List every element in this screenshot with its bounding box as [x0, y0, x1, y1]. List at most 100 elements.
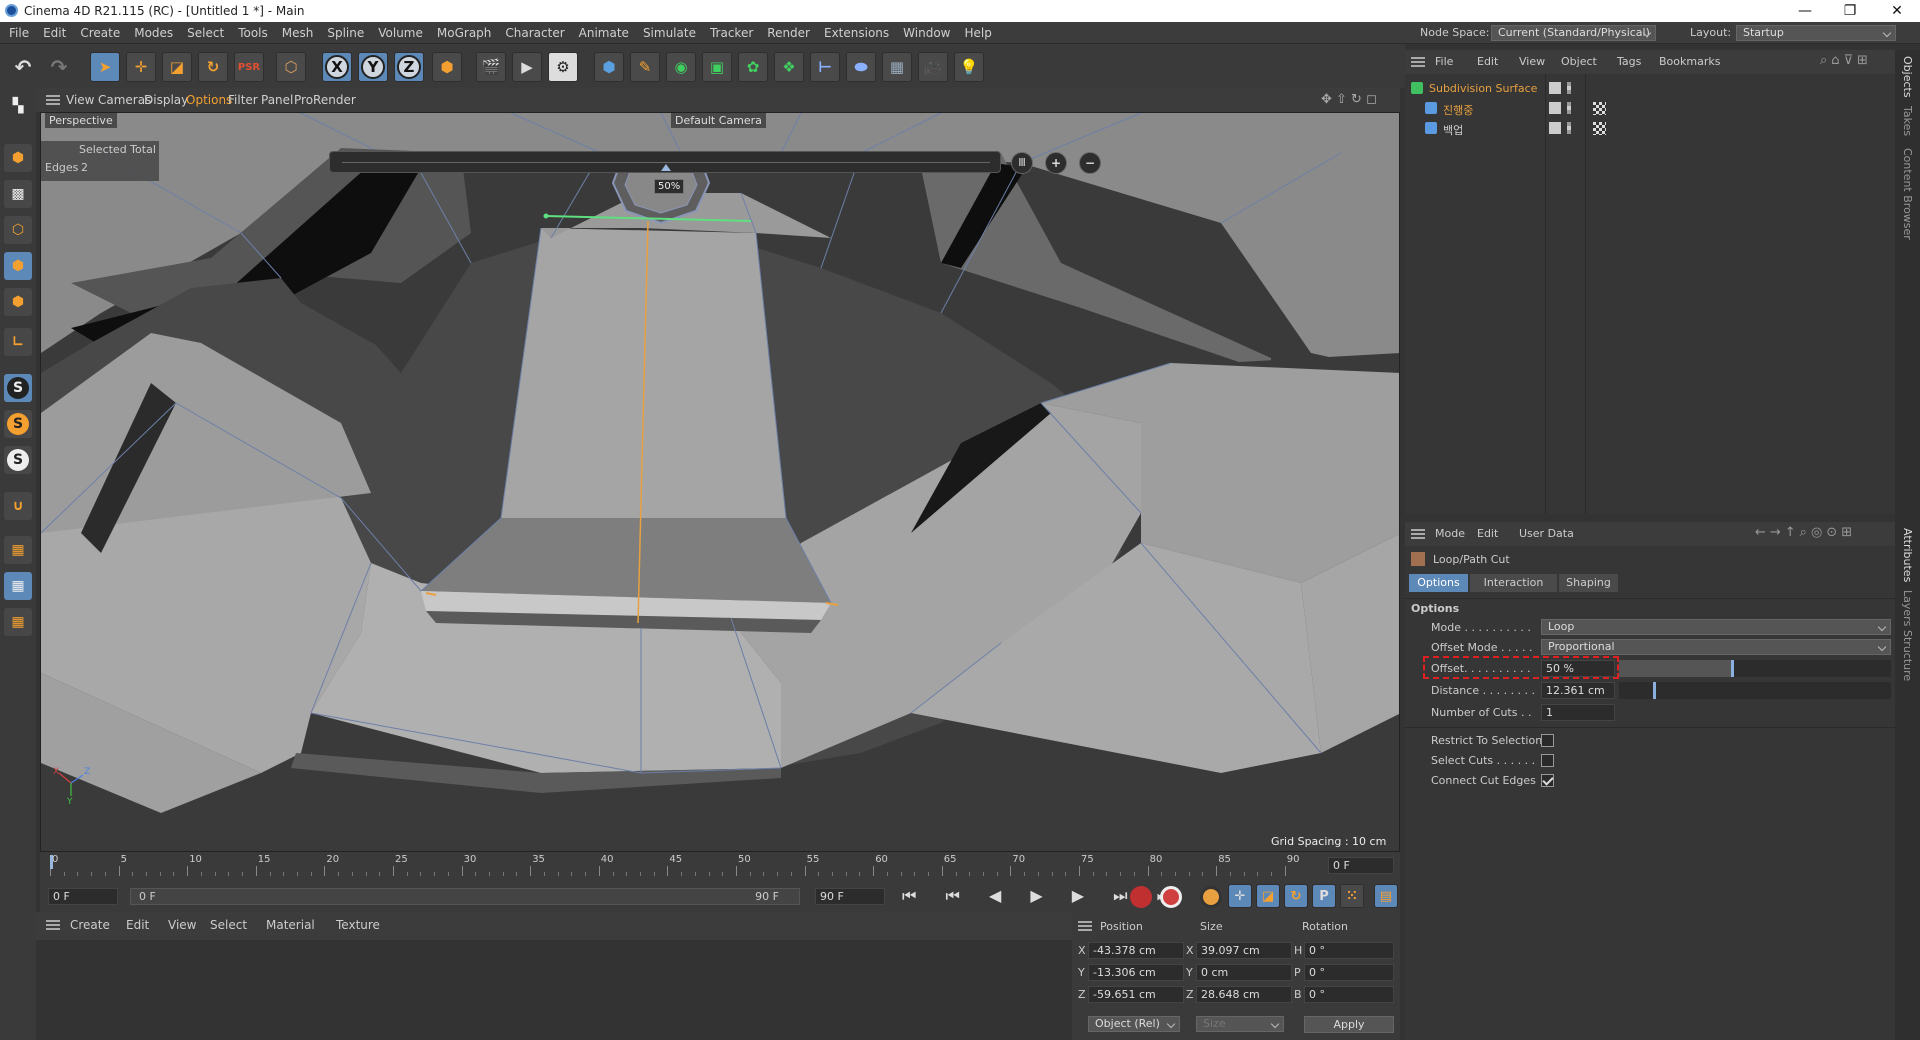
tab-layers[interactable]: Layers	[1901, 590, 1914, 626]
restore-button[interactable]: ❐	[1830, 1, 1870, 21]
size-field[interactable]: 0 cm	[1196, 964, 1292, 981]
field-icon[interactable]: ⊢	[810, 52, 840, 82]
projection-label[interactable]: Perspective	[45, 113, 117, 128]
objects-menu-edit[interactable]: Edit	[1477, 55, 1498, 68]
scale-tool-icon[interactable]: ◪	[162, 52, 192, 82]
workplane-icon[interactable]: ▦	[4, 536, 32, 564]
menu-mesh[interactable]: Mesh	[275, 22, 321, 44]
menu-window[interactable]: Window	[896, 22, 957, 44]
menu-tracker[interactable]: Tracker	[703, 22, 760, 44]
size-field[interactable]: 28.648 cm	[1196, 986, 1292, 1003]
render-dots-icon[interactable]	[1567, 102, 1571, 114]
render-dots-icon[interactable]	[1567, 122, 1571, 134]
selection-tool-icon[interactable]: ➤	[90, 52, 120, 82]
deformer-icon[interactable]: ⬬	[846, 52, 876, 82]
edges-mode-icon[interactable]: ⬢	[4, 252, 32, 280]
viewport-menu-options[interactable]: Options	[186, 88, 232, 112]
end-frame-field[interactable]: 90 F	[815, 888, 885, 905]
tab-structure[interactable]: Structure	[1901, 630, 1914, 681]
menu-modes[interactable]: Modes	[127, 22, 180, 44]
objects-menu-tags[interactable]: Tags	[1617, 55, 1641, 68]
key-position-icon[interactable]: ✛	[1228, 884, 1252, 908]
recent-tools-icon[interactable]: PSR	[234, 52, 264, 82]
material-manager-area[interactable]	[36, 940, 1072, 1040]
visibility-toggle-icon[interactable]	[1549, 122, 1561, 134]
planar-workplane-icon[interactable]: ▦	[4, 608, 32, 636]
distance-field[interactable]: 12.361 cm	[1541, 682, 1615, 699]
attributes-menu-edit[interactable]: Edit	[1477, 527, 1498, 540]
x-axis-lock-button[interactable]: X	[322, 52, 352, 82]
polygons-mode-icon[interactable]: ⬢	[4, 288, 32, 316]
z-axis-lock-button[interactable]: Z	[394, 52, 424, 82]
hud-plus-icon[interactable]: +	[1045, 152, 1067, 174]
menu-file[interactable]: File	[2, 22, 36, 44]
node-space-dropdown[interactable]: Current (Standard/Physical)	[1491, 25, 1656, 41]
object-name[interactable]: Subdivision Surface	[1429, 82, 1537, 95]
snap-settings-icon[interactable]: S	[4, 410, 32, 438]
camera-icon[interactable]: 🎥	[918, 52, 948, 82]
symmetry-icon[interactable]: S	[4, 446, 32, 474]
current-frame-field[interactable]: 0 F	[1328, 857, 1394, 874]
light-icon[interactable]: 💡	[954, 52, 984, 82]
world-coordinates-icon[interactable]: ⬢	[432, 52, 462, 82]
attributes-hamburger-icon[interactable]	[1411, 529, 1425, 539]
render-dots-icon[interactable]	[1567, 82, 1571, 94]
viewport-menu-filter[interactable]: Filter	[228, 88, 258, 112]
points-mode-icon[interactable]: ⬡	[4, 216, 32, 244]
material-menu-select[interactable]: Select	[210, 918, 247, 932]
floor-icon[interactable]: ▦	[882, 52, 912, 82]
record-keyframe-icon[interactable]	[1130, 886, 1152, 908]
undo-button[interactable]: ↶	[8, 52, 38, 82]
keyframe-selection-icon[interactable]	[1200, 886, 1222, 908]
attributes-menu-mode[interactable]: Mode	[1435, 527, 1465, 540]
position-field[interactable]: -59.651 cm	[1088, 986, 1184, 1003]
distance-slider[interactable]	[1619, 682, 1891, 699]
object-name[interactable]: 진행중	[1443, 102, 1473, 118]
menu-spline[interactable]: Spline	[320, 22, 371, 44]
menu-render[interactable]: Render	[760, 22, 817, 44]
render-settings-icon[interactable]: ⚙	[548, 52, 578, 82]
array-icon[interactable]: ▣	[702, 52, 732, 82]
menu-animate[interactable]: Animate	[572, 22, 636, 44]
rotate-tool-icon[interactable]: ↻	[198, 52, 228, 82]
texture-tag-icon[interactable]	[1593, 102, 1606, 115]
texture-tag-icon[interactable]	[1593, 122, 1606, 135]
offset-slider[interactable]	[1619, 660, 1891, 677]
axis-mode-icon[interactable]: ∟	[4, 328, 32, 356]
timeline-window-icon[interactable]: ▤	[1374, 884, 1398, 908]
objects-menu-object[interactable]: Object	[1561, 55, 1597, 68]
tab-shaping[interactable]: Shaping	[1559, 574, 1618, 592]
connect-cut-edges-checkbox[interactable]	[1541, 774, 1554, 787]
viewport-menu-view[interactable]: View	[66, 88, 94, 112]
cube-icon[interactable]: ⬢	[594, 52, 624, 82]
object-row[interactable]: 백업	[1405, 120, 1895, 138]
hud-pause-icon[interactable]: Ⅲ	[1011, 152, 1033, 174]
tab-interaction[interactable]: Interaction	[1470, 574, 1557, 592]
pen-spline-icon[interactable]: ✎	[630, 52, 660, 82]
object-name[interactable]: 백업	[1443, 122, 1463, 138]
hud-minus-icon[interactable]: −	[1079, 152, 1101, 174]
position-field[interactable]: -13.306 cm	[1088, 964, 1184, 981]
viewport-menu-panel[interactable]: Panel	[261, 88, 293, 112]
magnet-icon[interactable]: ∪	[4, 492, 32, 520]
menu-simulate[interactable]: Simulate	[636, 22, 703, 44]
menu-edit[interactable]: Edit	[36, 22, 73, 44]
volume-icon[interactable]: ❖	[774, 52, 804, 82]
texture-mode-icon[interactable]: ▩	[4, 180, 32, 208]
make-editable-icon[interactable]: ▚	[4, 92, 32, 120]
key-rotation-icon[interactable]: ↻	[1284, 884, 1308, 908]
render-view-icon[interactable]: ▶	[512, 52, 542, 82]
tab-content-browser[interactable]: Content Browser	[1901, 148, 1914, 240]
visibility-toggle-icon[interactable]	[1549, 82, 1561, 94]
phong-tag-icon[interactable]	[1611, 122, 1621, 132]
object-row[interactable]: 진행중	[1405, 100, 1895, 118]
menu-tools[interactable]: Tools	[231, 22, 275, 44]
material-menu-texture[interactable]: Texture	[336, 918, 380, 932]
key-scale-icon[interactable]: ◪	[1256, 884, 1280, 908]
menu-character[interactable]: Character	[498, 22, 571, 44]
material-menu-view[interactable]: View	[168, 918, 196, 932]
material-menu-edit[interactable]: Edit	[126, 918, 149, 932]
3d-viewport[interactable]: Perspective Default Camera Selected Tota…	[40, 112, 1400, 852]
apply-button[interactable]: Apply	[1304, 1016, 1394, 1033]
tab-objects[interactable]: Objects	[1901, 56, 1914, 98]
